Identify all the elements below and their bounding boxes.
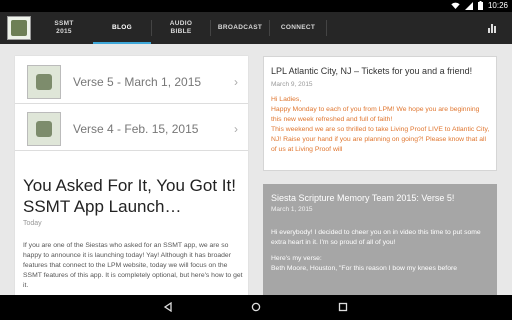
list-item-verse-5[interactable]: Verse 5 - March 1, 2015 ›: [15, 61, 248, 104]
tab-broadcast[interactable]: BROADCAST: [211, 12, 269, 44]
tab-ssmt-2015[interactable]: SSMT 2015: [38, 12, 90, 44]
back-icon[interactable]: [161, 300, 175, 314]
post-card-line: Hi everybody! I decided to cheer you on …: [271, 229, 481, 246]
post-card-body: Hi everybody! I decided to cheer you on …: [271, 228, 491, 274]
chevron-right-icon: ›: [234, 122, 238, 136]
app-bar: SSMT 2015 BLOG AUDIO BIBLE BROADCAST CON…: [0, 12, 512, 44]
post-card-line: This weekend we are so thrilled to take …: [271, 126, 490, 153]
recents-icon[interactable]: [336, 300, 350, 314]
battery-icon: [477, 1, 483, 10]
signal-icon: [464, 1, 473, 10]
post-card-line: Hi Ladies,: [271, 96, 302, 103]
status-bar: 10:26: [0, 0, 512, 12]
post-card-line: Beth Moore, Houston, "For this reason I …: [271, 265, 458, 272]
post-card-title: Siesta Scripture Memory Team 2015: Verse…: [271, 193, 455, 203]
tab-audio-bible[interactable]: AUDIO BIBLE: [152, 12, 210, 44]
tab-blog[interactable]: BLOG: [93, 12, 151, 44]
post-card-body: Hi Ladies, Happy Monday to each of you f…: [271, 95, 491, 155]
home-icon[interactable]: [249, 300, 263, 314]
blog-list-card: Verse 5 - March 1, 2015 › Verse 4 - Feb.…: [15, 56, 248, 296]
post-title[interactable]: You Asked For It, You Got It! SSMT App L…: [23, 175, 243, 217]
post-card-date: March 1, 2015: [271, 206, 313, 213]
post-card-verse-5[interactable]: Siesta Scripture Memory Team 2015: Verse…: [263, 184, 497, 296]
post-card-date: March 9, 2015: [271, 81, 313, 88]
list-item-verse-4[interactable]: Verse 4 - Feb. 15, 2015 ›: [15, 108, 248, 151]
app-logo[interactable]: [7, 16, 31, 40]
post-card-atlantic-city[interactable]: LPL Atlantic City, NJ – Tickets for you …: [263, 56, 497, 171]
post-card-title: LPL Atlantic City, NJ – Tickets for you …: [271, 66, 473, 76]
verse-title: Verse 4 - Feb. 15, 2015: [73, 122, 199, 136]
main-content: Verse 5 - March 1, 2015 › Verse 4 - Feb.…: [0, 44, 512, 296]
post-body: If you are one of the Siestas who asked …: [23, 242, 243, 289]
tab-connect[interactable]: CONNECT: [270, 12, 326, 44]
tab-divider: [326, 20, 327, 36]
post-card-line: Happy Monday to each of you from LPM! We…: [271, 106, 480, 123]
chevron-right-icon: ›: [234, 75, 238, 89]
verse-thumbnail: [27, 112, 61, 146]
system-nav-bar: [0, 295, 512, 320]
post-card-line: Here's my verse:: [271, 255, 322, 262]
bar-chart-icon[interactable]: [488, 23, 498, 33]
post-date: Today: [23, 220, 42, 227]
verse-title: Verse 5 - March 1, 2015: [73, 75, 202, 89]
clock: 10:26: [487, 1, 508, 10]
status-icons: 10:26: [451, 1, 508, 10]
wifi-icon: [451, 2, 460, 9]
verse-thumbnail: [27, 65, 61, 99]
